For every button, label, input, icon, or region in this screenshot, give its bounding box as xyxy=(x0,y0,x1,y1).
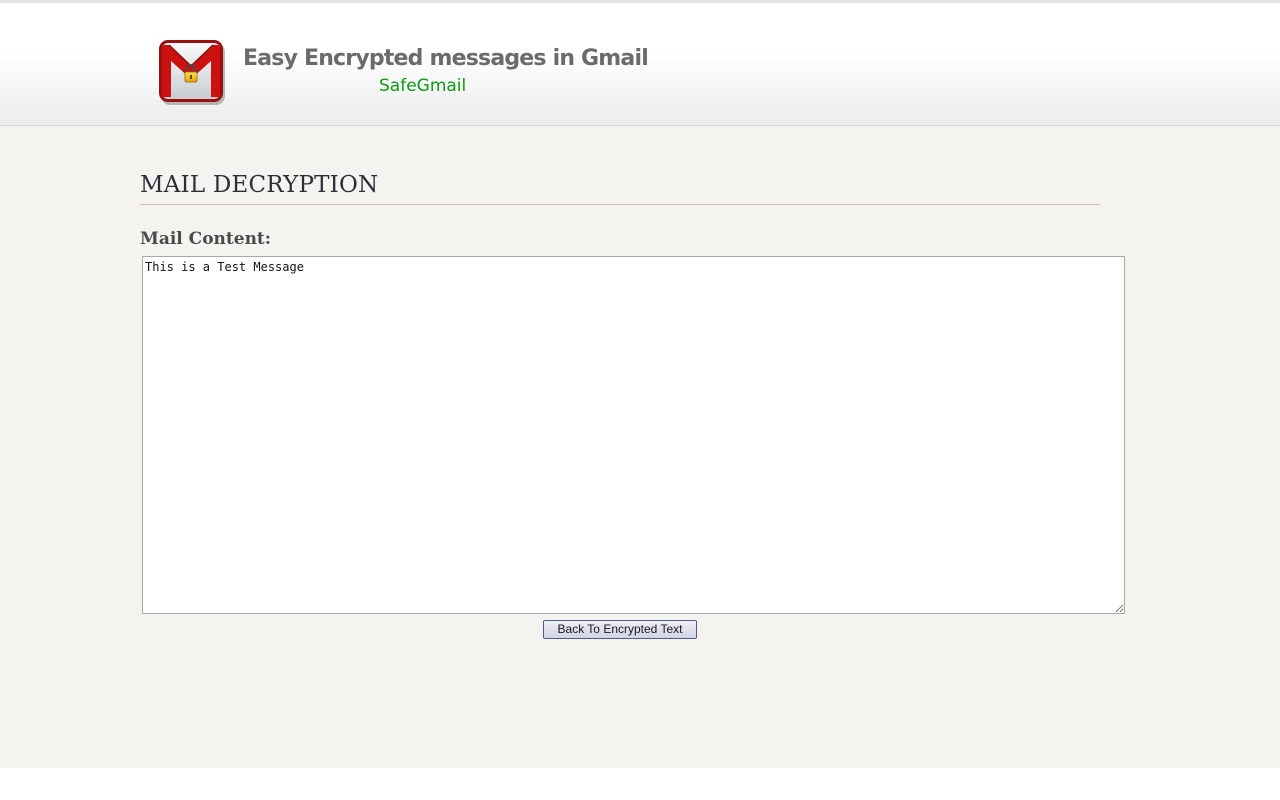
site-subtitle: SafeGmail xyxy=(379,76,467,96)
site-header: Easy Encrypted messages in Gmail SafeGma… xyxy=(0,0,1280,126)
mail-content-textarea[interactable]: This is a Test Message xyxy=(142,256,1125,614)
mail-content-label: Mail Content: xyxy=(140,229,272,249)
page-title: MAIL DECRYPTION xyxy=(140,172,379,198)
gmail-lock-icon xyxy=(158,39,226,105)
back-to-encrypted-text-button[interactable]: Back To Encrypted Text xyxy=(543,620,697,639)
main-content: MAIL DECRYPTION Mail Content: This is a … xyxy=(0,126,1280,768)
site-title: Easy Encrypted messages in Gmail xyxy=(243,46,649,71)
page: Easy Encrypted messages in Gmail SafeGma… xyxy=(0,0,1280,800)
title-divider xyxy=(140,204,1100,205)
